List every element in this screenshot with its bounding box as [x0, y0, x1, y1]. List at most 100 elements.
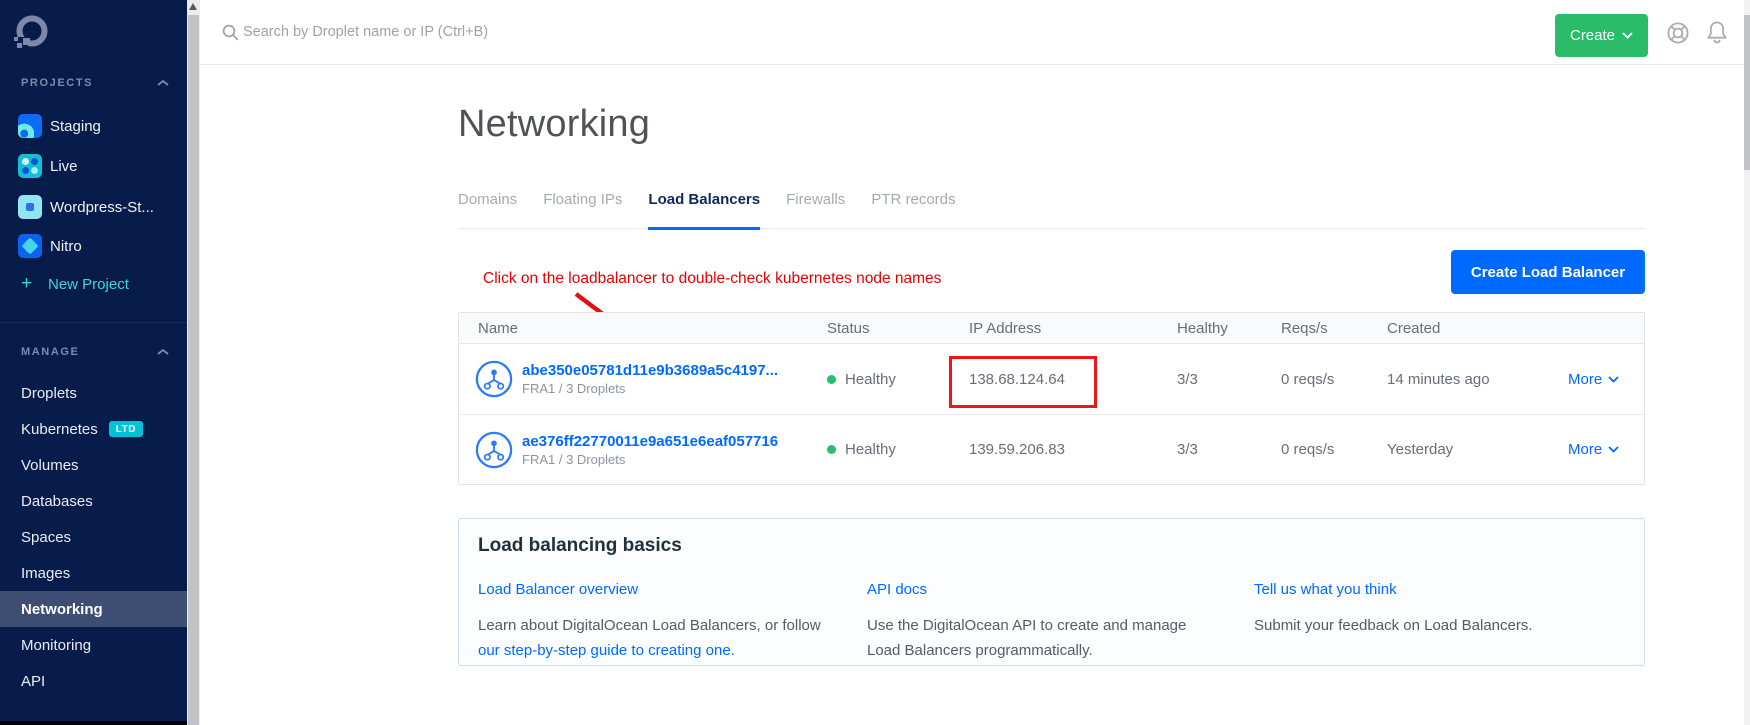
manage-item-label: Spaces — [21, 529, 71, 546]
status-dot — [827, 445, 836, 454]
sidebar-item-images[interactable]: Images — [0, 555, 187, 591]
sidebar-bottom-bar — [0, 721, 187, 725]
column-header-ip: IP Address — [969, 320, 1177, 337]
tab-bar: Domains Floating IPs Load Balancers Fire… — [458, 191, 1645, 229]
create-button[interactable]: Create — [1555, 14, 1648, 57]
created-time: Yesterday — [1387, 441, 1568, 458]
manage-section-header[interactable]: MANAGE — [21, 346, 80, 358]
sidebar: PROJECTS Staging Live Wordpress-St... Ni… — [0, 0, 187, 725]
created-time: 14 minutes ago — [1387, 371, 1568, 388]
project-avatar-nitro — [18, 234, 42, 258]
project-label: Staging — [50, 118, 101, 135]
more-label: More — [1568, 441, 1602, 458]
create-button-label: Create — [1570, 27, 1615, 44]
healthy-count: 3/3 — [1177, 441, 1281, 458]
sidebar-item-nitro[interactable]: Nitro — [0, 226, 187, 266]
sidebar-item-wordpress[interactable]: Wordpress-St... — [0, 187, 187, 227]
tab-ptr-records[interactable]: PTR records — [871, 191, 955, 228]
manage-item-label: Monitoring — [21, 637, 91, 654]
load-balancing-basics-panel: Load balancing basics Load Balancer over… — [458, 518, 1645, 666]
search-icon — [222, 24, 239, 41]
status-dot — [827, 375, 836, 384]
chevron-down-icon — [1608, 376, 1619, 383]
more-menu-button[interactable]: More — [1568, 371, 1644, 388]
column-header-name: Name — [459, 320, 827, 337]
tab-domains[interactable]: Domains — [458, 191, 517, 228]
manage-item-label: Databases — [21, 493, 93, 510]
table-row[interactable]: abe350e05781d11e9b3689a5c4197... FRA1 / … — [459, 344, 1644, 414]
new-project-button[interactable]: + New Project — [0, 266, 187, 302]
scrollbar-thumb[interactable] — [188, 15, 199, 725]
sidebar-item-droplets[interactable]: Droplets — [0, 375, 187, 411]
tab-floating-ips[interactable]: Floating IPs — [543, 191, 622, 228]
tab-load-balancers[interactable]: Load Balancers — [648, 191, 760, 228]
basics-title: Load balancing basics — [478, 535, 682, 557]
project-avatar-staging — [18, 114, 42, 138]
more-menu-button[interactable]: More — [1568, 441, 1644, 458]
column-header-reqs: Reqs/s — [1281, 320, 1387, 337]
plus-icon: + — [21, 273, 32, 295]
column-header-status: Status — [827, 320, 969, 337]
ip-address: 139.59.206.83 — [969, 441, 1177, 458]
sidebar-item-live[interactable]: Live — [0, 146, 187, 186]
load-balancer-icon — [475, 431, 513, 469]
sidebar-item-api[interactable]: API — [0, 663, 187, 699]
sidebar-item-staging[interactable]: Staging — [0, 106, 187, 146]
feedback-link[interactable]: Tell us what you think — [1254, 577, 1634, 602]
page-scrollbar-thumb[interactable] — [1744, 15, 1750, 170]
notification-bell-icon[interactable] — [1704, 19, 1730, 46]
annotation-text: Click on the loadbalancer to double-chec… — [483, 270, 941, 288]
load-balancer-overview-link[interactable]: Load Balancer overview — [478, 577, 843, 602]
project-avatar-live — [18, 154, 42, 178]
status-text: Healthy — [845, 441, 896, 458]
load-balancer-sublabel: FRA1 / 3 Droplets — [522, 452, 778, 467]
sidebar-item-networking[interactable]: Networking — [0, 591, 187, 627]
sidebar-scrollbar[interactable] — [187, 0, 200, 725]
scrollbar-up-arrow-icon[interactable] — [189, 3, 197, 10]
chevron-down-icon — [1622, 32, 1633, 39]
project-label: Nitro — [50, 238, 82, 255]
more-label: More — [1568, 371, 1602, 388]
requests-per-second: 0 reqs/s — [1281, 441, 1387, 458]
new-project-label: New Project — [48, 276, 129, 293]
basics-column-api: API docs Use the DigitalOcean API to cre… — [867, 577, 1217, 663]
manage-item-label: API — [21, 673, 45, 690]
step-by-step-guide-link[interactable]: our step-by-step guide to creating one. — [478, 642, 735, 659]
project-label: Wordpress-St... — [50, 199, 154, 216]
sidebar-item-volumes[interactable]: Volumes — [0, 447, 187, 483]
ltd-badge: LTD — [109, 421, 143, 437]
chevron-down-icon — [1608, 446, 1619, 453]
manage-item-label: Kubernetes — [21, 421, 98, 438]
tab-firewalls[interactable]: Firewalls — [786, 191, 845, 228]
page-scrollbar[interactable] — [1744, 0, 1750, 725]
chevron-up-icon[interactable] — [157, 79, 169, 87]
digitalocean-control-panel: PROJECTS Staging Live Wordpress-St... Ni… — [0, 0, 1750, 725]
project-avatar-wordpress — [18, 195, 42, 219]
sidebar-item-spaces[interactable]: Spaces — [0, 519, 187, 555]
sidebar-item-monitoring[interactable]: Monitoring — [0, 627, 187, 663]
project-label: Live — [50, 158, 78, 175]
sidebar-divider — [0, 322, 187, 323]
basics-text: Learn about DigitalOcean Load Balancers,… — [478, 617, 821, 634]
requests-per-second: 0 reqs/s — [1281, 371, 1387, 388]
digitalocean-logo-icon[interactable] — [14, 14, 50, 55]
load-balancer-icon — [475, 360, 513, 398]
search-input[interactable] — [243, 1, 863, 63]
chevron-up-icon[interactable] — [157, 348, 169, 356]
ip-address: 138.68.124.64 — [969, 371, 1177, 388]
sidebar-item-kubernetes[interactable]: Kubernetes LTD — [0, 411, 187, 447]
projects-section-header[interactable]: PROJECTS — [21, 77, 93, 89]
basics-text: Submit your feedback on Load Balancers. — [1254, 617, 1533, 634]
sidebar-item-databases[interactable]: Databases — [0, 483, 187, 519]
table-row[interactable]: ae376ff22770011e9a651e6eaf057716 FRA1 / … — [459, 414, 1644, 484]
manage-item-label: Volumes — [21, 457, 79, 474]
load-balancer-name-link[interactable]: abe350e05781d11e9b3689a5c4197... — [522, 362, 778, 379]
api-docs-link[interactable]: API docs — [867, 577, 1217, 602]
basics-column-feedback: Tell us what you think Submit your feedb… — [1254, 577, 1634, 638]
load-balancer-name-link[interactable]: ae376ff22770011e9a651e6eaf057716 — [522, 433, 778, 450]
load-balancer-sublabel: FRA1 / 3 Droplets — [522, 381, 778, 396]
page-title: Networking — [458, 103, 650, 146]
basics-column-overview: Load Balancer overview Learn about Digit… — [478, 577, 843, 663]
help-lifebuoy-icon[interactable] — [1666, 21, 1690, 45]
create-load-balancer-button[interactable]: Create Load Balancer — [1451, 250, 1645, 294]
